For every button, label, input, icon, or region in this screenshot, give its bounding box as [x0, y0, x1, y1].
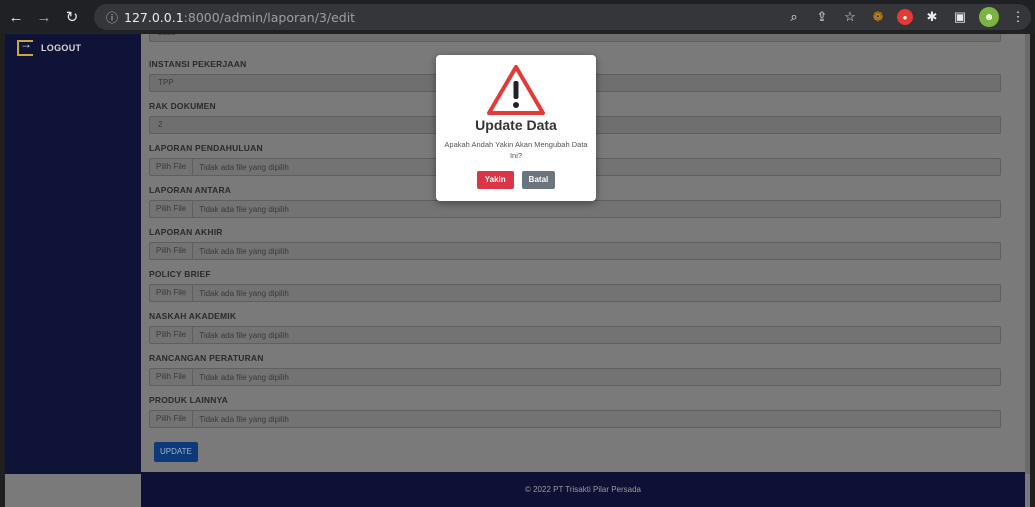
field-label: INSTANSI PEKERJAAN [149, 59, 247, 69]
policy-brief-file[interactable]: Pilih File Tidak ada file yang dipilih [149, 284, 1001, 302]
footer: © 2022 PT Trisakti Pilar Persada [141, 472, 1025, 507]
menu-dots-icon[interactable]: ⋮ [1009, 8, 1027, 26]
logout-label: LOGOUT [41, 43, 82, 53]
sidebar: LOGOUT [5, 34, 141, 474]
toolbar-icons: ⌕ ⇪ ☆ ❁ ● ✱ ▣ ☻ ⋮ [785, 4, 1027, 30]
choose-file-button[interactable]: Pilih File [150, 243, 194, 259]
bookmark-star-icon[interactable]: ☆ [841, 8, 859, 26]
field-label: POLICY BRIEF [149, 269, 211, 279]
choose-file-button[interactable]: Pilih File [150, 369, 194, 385]
warning-icon [487, 65, 545, 115]
extension-icon[interactable]: ❁ [869, 8, 887, 26]
zoom-icon[interactable]: ⌕ [785, 8, 803, 26]
choose-file-button[interactable]: Pilih File [150, 285, 194, 301]
truncated-input[interactable]: 2023 [149, 34, 1001, 42]
field-label: NASKAH AKADEMIK [149, 311, 237, 321]
laporan-antara-file[interactable]: Pilih File Tidak ada file yang dipilih [149, 200, 1001, 218]
choose-file-button[interactable]: Pilih File [150, 201, 194, 217]
file-status: Tidak ada file yang dipilih [199, 414, 289, 424]
reload-icon[interactable]: ↻ [60, 5, 84, 29]
file-status: Tidak ada file yang dipilih [199, 204, 289, 214]
cancel-button[interactable]: Batal [521, 171, 556, 189]
produk-lainnya-file[interactable]: Pilih File Tidak ada file yang dipilih [149, 410, 1001, 428]
site-info-icon[interactable]: ⓘ [106, 9, 118, 26]
ublock-icon[interactable]: ● [897, 9, 913, 25]
logout-link[interactable]: LOGOUT [17, 37, 82, 56]
laporan-akhir-file[interactable]: Pilih File Tidak ada file yang dipilih [149, 242, 1001, 260]
field-label: RAK DOKUMEN [149, 101, 216, 111]
puzzle-extensions-icon[interactable]: ✱ [923, 8, 941, 26]
file-status: Tidak ada file yang dipilih [199, 330, 289, 340]
choose-file-button[interactable]: Pilih File [150, 411, 194, 427]
dialog-title: Update Data [475, 117, 557, 133]
field-label: LAPORAN ANTARA [149, 185, 232, 195]
choose-file-button[interactable]: Pilih File [150, 159, 194, 175]
confirm-button[interactable]: Yakin [476, 171, 514, 189]
profile-avatar-icon[interactable]: ☻ [979, 7, 999, 27]
rancangan-peraturan-file[interactable]: Pilih File Tidak ada file yang dipilih [149, 368, 1001, 386]
forward-icon[interactable]: → [32, 5, 56, 29]
choose-file-button[interactable]: Pilih File [150, 327, 194, 343]
file-status: Tidak ada file yang dipilih [199, 288, 289, 298]
update-button[interactable]: UPDATE [154, 442, 198, 462]
back-icon[interactable]: ← [4, 5, 28, 29]
share-icon[interactable]: ⇪ [813, 8, 831, 26]
field-label: LAPORAN AKHIR [149, 227, 223, 237]
url-text: 127.0.0.1:8000/admin/laporan/3/edit [124, 9, 356, 25]
side-panel-icon[interactable]: ▣ [951, 8, 969, 26]
dialog-message: Apakah Andah Yakin Akan Mengubah Data In… [444, 140, 588, 160]
scrollbar[interactable] [1025, 34, 1030, 474]
browser-toolbar: ← → ↻ ⓘ 127.0.0.1:8000/admin/laporan/3/e… [0, 0, 1035, 34]
update-confirm-dialog: Update Data Apakah Andah Yakin Akan Meng… [436, 55, 596, 201]
field-label: LAPORAN PENDAHULUAN [149, 143, 263, 153]
file-status: Tidak ada file yang dipilih [199, 372, 289, 382]
logout-icon [17, 37, 33, 56]
naskah-akademik-file[interactable]: Pilih File Tidak ada file yang dipilih [149, 326, 1001, 344]
field-label: RANCANGAN PERATURAN [149, 353, 264, 363]
field-label: PRODUK LAINNYA [149, 395, 228, 405]
file-status: Tidak ada file yang dipilih [199, 162, 289, 172]
file-status: Tidak ada file yang dipilih [199, 246, 289, 256]
dialog-actions: Yakin Batal [436, 171, 596, 189]
